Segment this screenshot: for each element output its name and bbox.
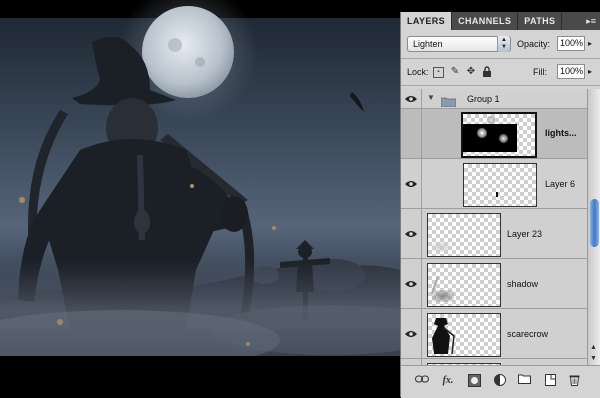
- visibility-cell[interactable]: [401, 89, 422, 108]
- blend-mode-value: Lighten: [413, 39, 443, 49]
- folder-icon: [440, 94, 457, 108]
- layers-list: ▼ Group 1 lights... Layer 6 Layer 23 sha…: [401, 89, 587, 365]
- scroll-up-icon[interactable]: ▲: [590, 344, 597, 351]
- layer-row-group-1[interactable]: ▼ Group 1: [401, 89, 587, 109]
- layer-row-lights[interactable]: lights...: [401, 109, 587, 159]
- layer-name: Layer 6: [545, 179, 576, 189]
- lock-all-icon[interactable]: [481, 66, 493, 78]
- scrollbar-thumb[interactable]: [590, 199, 599, 247]
- scarecrow-artwork: [0, 0, 400, 397]
- layer-thumbnail: [427, 313, 501, 357]
- visibility-cell[interactable]: [401, 259, 422, 308]
- layer-name: lights...: [545, 128, 577, 138]
- fill-label: Fill:: [533, 67, 547, 77]
- blend-mode-select[interactable]: Lighten ▲ ▼: [407, 36, 511, 52]
- layer-name: Layer 23: [507, 229, 543, 239]
- divider: [401, 58, 600, 59]
- disclosure-triangle-icon[interactable]: ▼: [427, 93, 435, 102]
- layer-thumbnail: [427, 213, 501, 257]
- tab-layers[interactable]: LAYERS: [401, 12, 453, 30]
- layer-name: scarecrow: [507, 329, 549, 339]
- layer-name: shadow: [507, 279, 539, 289]
- adjustment-icon[interactable]: [493, 374, 507, 388]
- lock-transparency-icon[interactable]: ▪: [433, 67, 444, 78]
- lock-row: Lock: ▪ ✎ ✥ Fill: 100% ▸: [407, 64, 597, 80]
- layers-panel: LAYERS CHANNELS PATHS ▸≡ Lighten ▲ ▼ Opac…: [400, 12, 600, 398]
- layer-row-scarecrow[interactable]: scarecrow: [401, 309, 587, 359]
- folder-icon[interactable]: [517, 374, 531, 388]
- tab-channels[interactable]: CHANNELS: [452, 12, 519, 30]
- layer-row-layer-6[interactable]: Layer 6: [401, 159, 587, 209]
- trash-icon[interactable]: [567, 374, 581, 388]
- blend-row: Lighten ▲ ▼ Opacity: 100% ▸: [407, 36, 597, 52]
- fill-dropdown-icon[interactable]: ▸: [588, 64, 592, 80]
- mask-icon[interactable]: [467, 374, 481, 388]
- opacity-label: Opacity:: [517, 39, 551, 49]
- panel-menu-icon[interactable]: ▸≡: [586, 12, 596, 30]
- layers-bottom-toolbar: fx.: [401, 365, 600, 398]
- visibility-cell[interactable]: [401, 209, 422, 258]
- layer-row-layer-23[interactable]: Layer 23: [401, 209, 587, 259]
- fill-field[interactable]: 100%: [557, 64, 585, 79]
- lock-brush-icon[interactable]: ✎: [449, 66, 461, 78]
- eye-icon: [405, 331, 417, 337]
- eye-icon: [405, 181, 417, 187]
- lock-move-icon[interactable]: ✥: [465, 66, 477, 78]
- visibility-cell[interactable]: [401, 159, 422, 208]
- select-arrows-icon: ▲ ▼: [497, 36, 510, 52]
- divider: [401, 85, 600, 86]
- eye-icon: [405, 96, 417, 102]
- scroll-down-icon[interactable]: ▼: [590, 355, 597, 362]
- new-layer-icon[interactable]: [543, 374, 557, 388]
- opacity-field[interactable]: 100%: [557, 36, 585, 51]
- visibility-cell[interactable]: [401, 309, 422, 358]
- document-canvas[interactable]: [0, 0, 400, 397]
- visibility-cell[interactable]: [401, 109, 422, 158]
- layer-name: Group 1: [467, 94, 500, 104]
- layer-row-shadow[interactable]: shadow: [401, 259, 587, 309]
- layers-scrollbar[interactable]: ▲ ▼: [587, 89, 600, 365]
- lock-label: Lock:: [407, 67, 429, 77]
- layer-thumbnail: [427, 263, 501, 307]
- layer-thumbnail: [461, 112, 537, 158]
- fx-icon[interactable]: fx.: [441, 374, 455, 388]
- eye-icon: [405, 281, 417, 287]
- layer-thumbnail: [463, 163, 537, 207]
- tab-paths[interactable]: PATHS: [518, 12, 563, 30]
- panel-tab-bar: LAYERS CHANNELS PATHS ▸≡: [401, 12, 600, 30]
- opacity-dropdown-icon[interactable]: ▸: [588, 36, 592, 52]
- link-icon[interactable]: [415, 374, 429, 388]
- eye-icon: [405, 231, 417, 237]
